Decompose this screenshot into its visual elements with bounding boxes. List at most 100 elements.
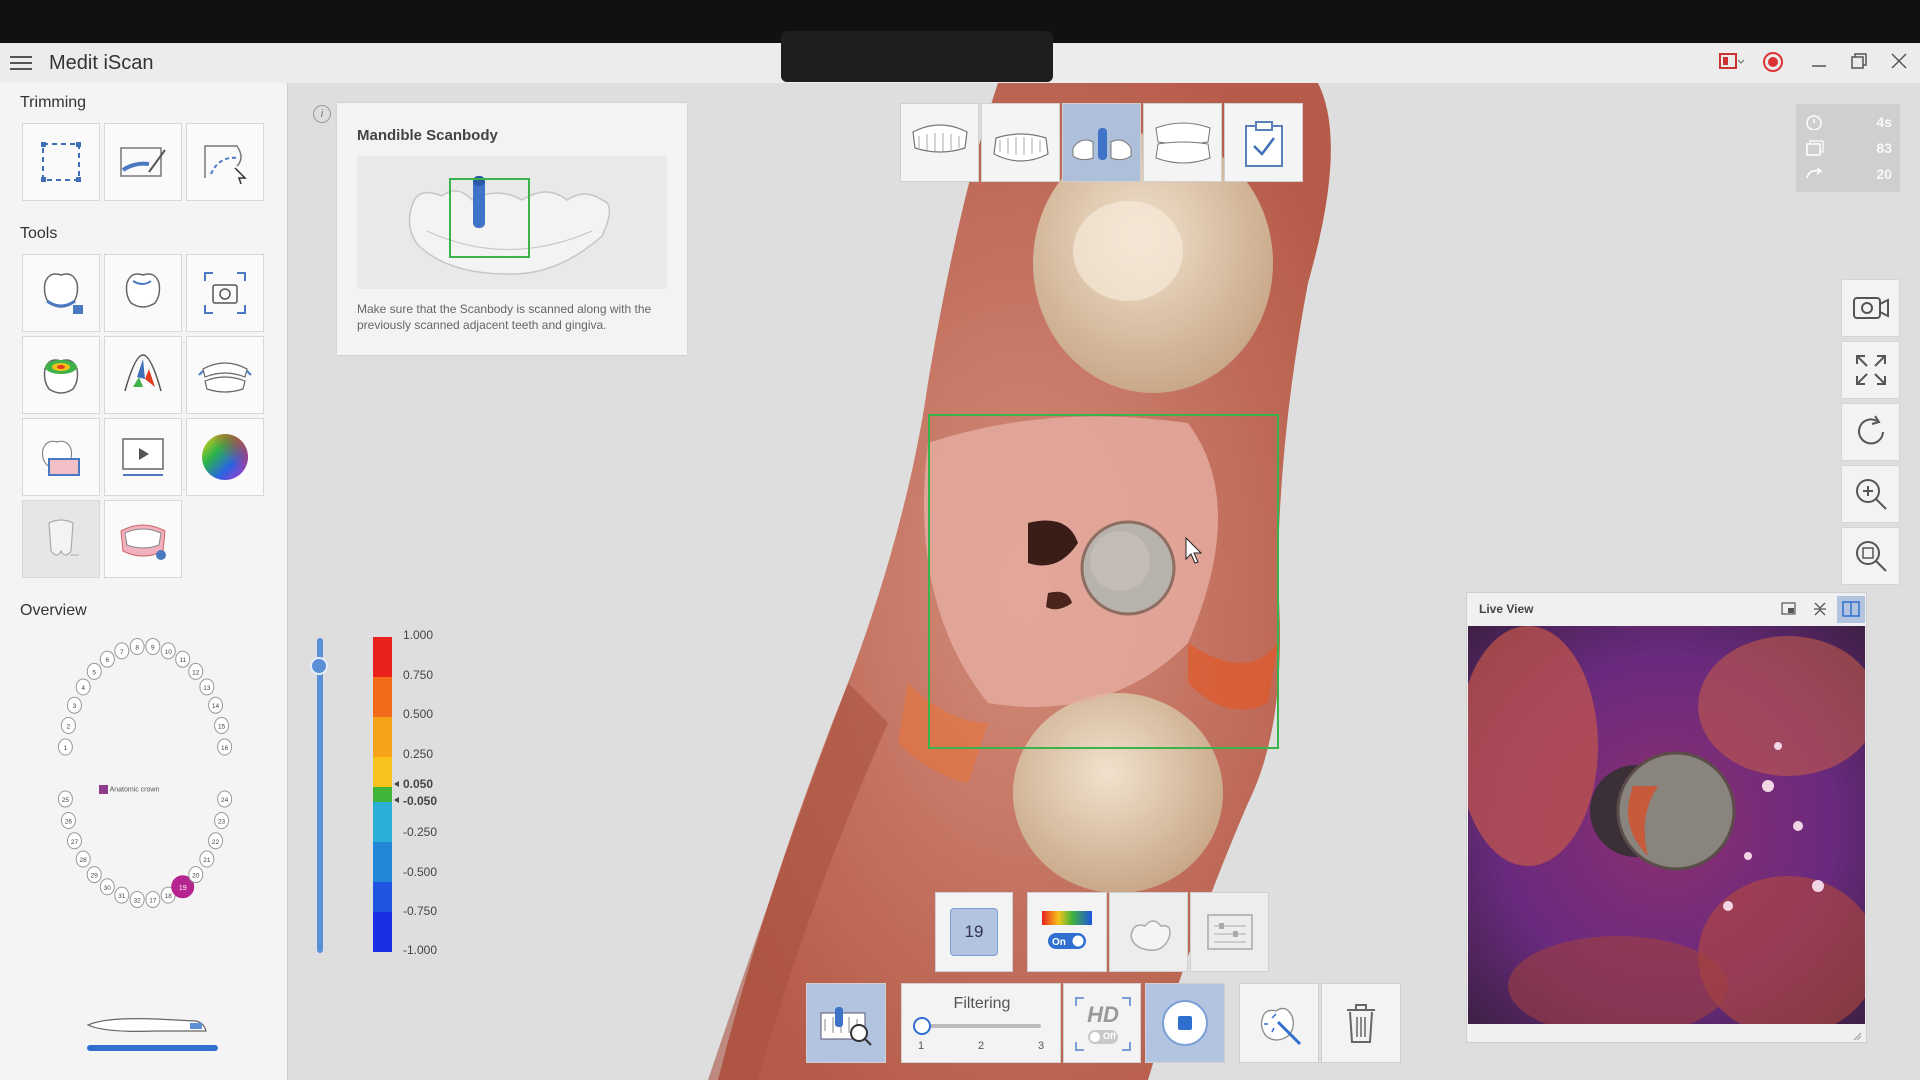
- arch-view-button[interactable]: [186, 336, 264, 414]
- upper-teeth-icon: [911, 123, 968, 153]
- overview-tooth[interactable]: 31: [114, 886, 130, 904]
- stage-mandible-button[interactable]: [981, 103, 1060, 182]
- fit-view-button[interactable]: [1841, 341, 1900, 399]
- stage-occlusion-button[interactable]: [1143, 103, 1222, 182]
- overview-tooth-label: 6: [105, 657, 109, 664]
- overview-tooth[interactable]: 26: [60, 812, 76, 830]
- rotate-view-button[interactable]: [1841, 403, 1900, 461]
- overview-tooth[interactable]: 6: [99, 650, 115, 668]
- trim-brush-button[interactable]: [104, 123, 182, 201]
- layers-button[interactable]: [22, 418, 100, 496]
- overview-tooth[interactable]: 17: [145, 890, 161, 908]
- record-icon[interactable]: [1762, 51, 1784, 78]
- legend-slider-handle[interactable]: [310, 657, 328, 675]
- overview-tooth[interactable]: 15: [214, 716, 230, 734]
- overview-tooth[interactable]: 27: [66, 832, 82, 850]
- overview-tooth-label: 22: [212, 839, 220, 846]
- stage-maxilla-button[interactable]: [900, 103, 979, 182]
- undercut-button[interactable]: [104, 336, 182, 414]
- legend-label: 0.750: [403, 668, 434, 682]
- replay-button[interactable]: [104, 418, 182, 496]
- filtering-slider-handle[interactable]: [913, 1017, 931, 1035]
- filtering-track[interactable]: [921, 1024, 1041, 1028]
- refresh-icon: [1857, 415, 1884, 445]
- overview-tooth[interactable]: 11: [175, 650, 191, 668]
- overview-tooth[interactable]: 22: [208, 832, 224, 850]
- picture-in-picture-icon[interactable]: [1780, 601, 1798, 617]
- close-icon[interactable]: [1890, 51, 1908, 76]
- color-map-icon: On: [1042, 911, 1092, 949]
- overview-tooth[interactable]: 20: [188, 866, 204, 884]
- legend-color-segment: [373, 882, 392, 912]
- overview-tooth[interactable]: 9: [145, 638, 161, 656]
- trim-rect-button[interactable]: [22, 123, 100, 201]
- lock-area-button[interactable]: [22, 254, 100, 332]
- overview-tooth[interactable]: 25: [57, 790, 73, 808]
- overview-tooth[interactable]: 2: [60, 716, 76, 734]
- overview-tooth[interactable]: 5: [86, 662, 102, 680]
- layout-icon[interactable]: [1718, 51, 1745, 76]
- capture-button[interactable]: [186, 254, 264, 332]
- magic-tooth-icon: [1260, 1007, 1302, 1046]
- overview-tooth[interactable]: 12: [188, 662, 204, 680]
- stage-scanbody-button[interactable]: [1062, 103, 1141, 182]
- sliders-panel-icon: [1206, 914, 1253, 950]
- settings-panel-button[interactable]: [1190, 892, 1269, 972]
- guide-description: Make sure that the Scanbody is scanned a…: [357, 302, 652, 332]
- resize-grip-icon[interactable]: [1852, 1031, 1862, 1041]
- overview-tooth-label: 12: [192, 669, 200, 676]
- overview-tooth[interactable]: 3: [66, 696, 82, 714]
- legend-range-slider[interactable]: [317, 638, 323, 953]
- occlusion-analysis-button[interactable]: [22, 336, 100, 414]
- scan-mode-button[interactable]: [1109, 892, 1188, 972]
- restore-icon[interactable]: [1850, 51, 1868, 76]
- legend-label: -0.050: [403, 794, 438, 808]
- overview-tooth[interactable]: 8: [129, 638, 145, 656]
- trim-lasso-button[interactable]: [186, 123, 264, 201]
- collapse-icon[interactable]: [1812, 601, 1828, 617]
- overview-tooth[interactable]: 30: [99, 878, 115, 896]
- overview-tooth[interactable]: 14: [208, 696, 224, 714]
- tooth-number-button[interactable]: 19: [935, 892, 1013, 972]
- stop-scan-button[interactable]: [1145, 983, 1225, 1063]
- legend-color-segment: [373, 842, 392, 882]
- zoom-in-button[interactable]: [1841, 465, 1900, 523]
- overview-tooth[interactable]: 29: [86, 866, 102, 884]
- legend-color-segment: [373, 637, 392, 677]
- overview-tooth[interactable]: 13: [199, 678, 215, 696]
- overview-tooth[interactable]: 7: [114, 642, 130, 660]
- screenshot-button[interactable]: [1841, 279, 1900, 337]
- overview-tooth[interactable]: 4: [75, 678, 91, 696]
- hd-toggle-button[interactable]: HD Off: [1063, 983, 1141, 1063]
- color-button[interactable]: [186, 418, 264, 496]
- overview-tooth-label: 9: [151, 645, 155, 652]
- stage-complete-button[interactable]: [1224, 103, 1303, 182]
- fill-holes-button[interactable]: [104, 254, 182, 332]
- overview-tooth-label: 28: [80, 857, 88, 864]
- scanbody-illustration: [357, 156, 667, 289]
- scan-filter-view-button[interactable]: [806, 983, 886, 1063]
- overview-tooth[interactable]: 16: [217, 738, 233, 756]
- overview-tooth-label: 10: [165, 649, 173, 656]
- color-map-toggle[interactable]: On: [1027, 892, 1107, 972]
- legend-label: 0.050: [403, 777, 434, 791]
- overview-tooth[interactable]: 32: [129, 890, 145, 908]
- minimize-icon[interactable]: [1810, 51, 1828, 76]
- overview-tooth[interactable]: 10: [160, 642, 176, 660]
- overview-tooth[interactable]: 24: [217, 790, 233, 808]
- camera-capture-icon: [204, 272, 246, 314]
- ai-cleanup-button[interactable]: [1239, 983, 1319, 1063]
- guide-title: Mandible Scanbody: [357, 127, 498, 144]
- filtering-control[interactable]: Filtering 1 2 3: [901, 983, 1061, 1063]
- overview-tooth[interactable]: 1: [57, 738, 73, 756]
- info-icon[interactable]: i: [313, 105, 331, 123]
- arch-remove-button[interactable]: [104, 500, 182, 578]
- hamburger-menu-icon[interactable]: [10, 53, 32, 71]
- delete-button[interactable]: [1321, 983, 1401, 1063]
- overview-tooth[interactable]: 23: [214, 812, 230, 830]
- split-view-button[interactable]: [1837, 596, 1865, 623]
- zoom-fit-button[interactable]: [1841, 527, 1900, 585]
- overview-tooth[interactable]: 28: [75, 850, 91, 868]
- abutment-button[interactable]: [22, 500, 100, 578]
- overview-tooth[interactable]: 21: [199, 850, 215, 868]
